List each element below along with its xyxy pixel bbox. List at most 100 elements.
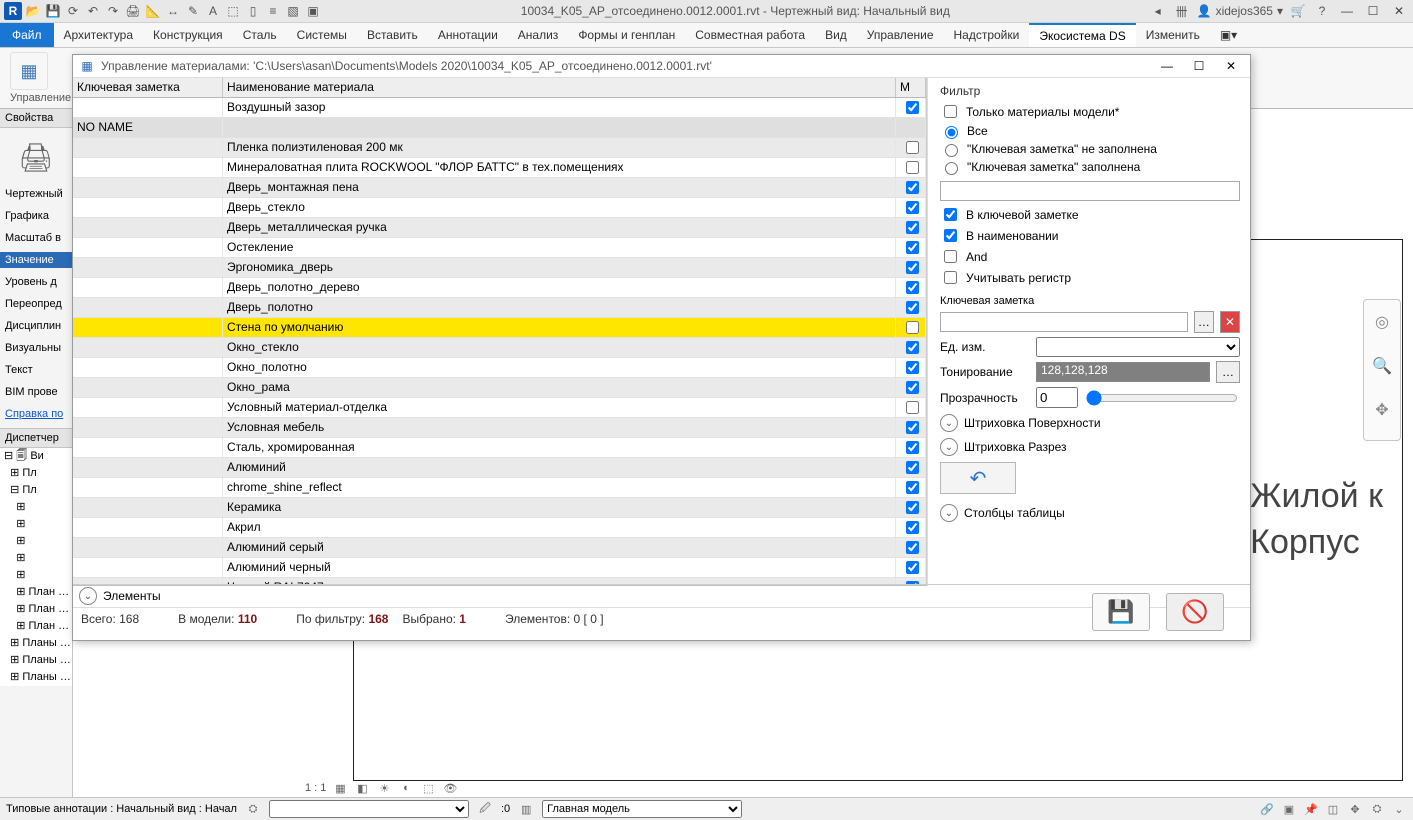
model-checkbox[interactable] [906, 421, 919, 434]
col-keynote[interactable]: Ключевая заметка [73, 78, 223, 97]
dialog-titlebar[interactable]: ▦ Управление материалами: 'C:\Users\asan… [73, 55, 1250, 78]
thin-lines-icon[interactable]: ≡ [264, 2, 282, 20]
materials-table[interactable]: Воздушный зазорNO NAMEПленка полиэтилено… [73, 98, 926, 586]
scale-display[interactable]: 1 : 1 [305, 782, 326, 794]
expand-cut-hatch[interactable]: ⌄Штриховка Разрез [940, 438, 1240, 456]
chk-in-keynote[interactable]: В ключевой заметке [940, 205, 1240, 224]
model-checkbox[interactable] [906, 141, 919, 154]
worksets-icon[interactable]: ⛭ [245, 801, 261, 817]
measure-icon[interactable]: 📐 [144, 2, 162, 20]
tab-massing[interactable]: Формы и генплан [568, 23, 685, 47]
table-row[interactable]: Алюминий серый [73, 538, 926, 558]
radio-all[interactable]: Все [940, 123, 1240, 139]
open-icon[interactable]: 📂 [24, 2, 42, 20]
chk-and[interactable]: And [940, 247, 1240, 266]
drag-icon[interactable]: ✥ [1347, 801, 1363, 817]
model-checkbox[interactable] [906, 221, 919, 234]
model-checkbox[interactable] [906, 261, 919, 274]
model-checkbox[interactable] [906, 441, 919, 454]
apps-icon[interactable]: 🛒 [1289, 2, 1307, 20]
table-row[interactable]: Окно_стекло [73, 338, 926, 358]
table-row[interactable]: Алюминий [73, 458, 926, 478]
crop-icon[interactable]: ⬚ [420, 780, 436, 796]
transp-input[interactable] [1036, 387, 1078, 408]
keynote-input[interactable] [940, 312, 1188, 332]
type-selector[interactable]: Чертежный [0, 186, 72, 202]
chk-case[interactable]: Учитывать регистр [940, 268, 1240, 287]
table-row[interactable]: Условная мебель [73, 418, 926, 438]
table-row[interactable]: Керамика [73, 498, 926, 518]
model-checkbox[interactable] [906, 101, 919, 114]
radio-has-keynote[interactable]: "Ключевая заметка" заполнена [940, 159, 1240, 175]
dimension-icon[interactable]: ↔ [164, 2, 182, 20]
tab-extra[interactable]: ▣▾ [1210, 23, 1247, 47]
table-row[interactable]: Условный материал-отделка [73, 398, 926, 418]
table-row[interactable]: Дверь_полотно [73, 298, 926, 318]
properties-help-link[interactable]: Справка по [0, 406, 72, 422]
tag-icon[interactable]: ✎ [184, 2, 202, 20]
section-icon[interactable]: ▯ [244, 2, 262, 20]
tab-collaborate[interactable]: Совместная работа [685, 23, 815, 47]
chk-in-name[interactable]: В наименовании [940, 226, 1240, 245]
shadows-icon[interactable]: ◐ [398, 780, 414, 796]
model-checkbox[interactable] [906, 321, 919, 334]
keynote-browse-button[interactable]: … [1194, 311, 1214, 333]
table-row[interactable]: Стена по умолчанию [73, 318, 926, 338]
select-links-icon[interactable]: 🔗 [1259, 801, 1275, 817]
dialog-close-button[interactable]: ✕ [1218, 56, 1244, 76]
help-icon[interactable]: ? [1313, 2, 1331, 20]
select-pinned-icon[interactable]: 📌 [1303, 801, 1319, 817]
table-row[interactable]: Окно_рама [73, 378, 926, 398]
nav-pan-icon[interactable]: ✥ [1364, 388, 1400, 432]
print-icon[interactable]: 🖨 [124, 2, 142, 20]
editable-only-icon[interactable]: 🖉 [477, 801, 493, 817]
tab-insert[interactable]: Вставить [357, 23, 428, 47]
table-row[interactable]: Воздушный зазор [73, 98, 926, 118]
col-model[interactable]: М [896, 78, 926, 97]
expand-surface-hatch[interactable]: ⌄Штриховка Поверхности [940, 414, 1240, 432]
undo-icon[interactable]: ↶ [84, 2, 102, 20]
model-checkbox[interactable] [906, 241, 919, 254]
tab-view[interactable]: Вид [815, 23, 857, 47]
expand-columns[interactable]: ⌄Столбцы таблицы [940, 504, 1240, 522]
table-row[interactable]: Пленка полиэтиленовая 200 мк [73, 138, 926, 158]
model-checkbox[interactable] [906, 521, 919, 534]
close-views-icon[interactable]: ▧ [284, 2, 302, 20]
save-icon[interactable]: 💾 [44, 2, 62, 20]
filter-text-input[interactable] [940, 181, 1240, 201]
tint-swatch[interactable]: 128,128,128 [1036, 362, 1210, 382]
table-row[interactable]: Алюминий черный [73, 558, 926, 578]
tab-steel[interactable]: Сталь [233, 23, 287, 47]
model-checkbox[interactable] [906, 281, 919, 294]
sun-path-icon[interactable]: ☀ [376, 780, 392, 796]
keynote-clear-button[interactable]: ✕ [1220, 311, 1240, 333]
workset-select[interactable] [269, 800, 469, 818]
detail-level-icon[interactable]: ▦ [332, 780, 348, 796]
transp-slider[interactable] [1086, 390, 1238, 406]
unit-select[interactable] [1036, 337, 1240, 357]
tab-manage[interactable]: Управление [857, 23, 944, 47]
tab-modify[interactable]: Изменить [1136, 23, 1210, 47]
chk-only-model[interactable]: Только материалы модели* [940, 102, 1240, 121]
table-row[interactable]: Минераловатная плита ROCKWOOL "ФЛОР БАТТ… [73, 158, 926, 178]
table-row[interactable]: Дверь_монтажная пена [73, 178, 926, 198]
table-row[interactable]: Остекление [73, 238, 926, 258]
visual-style-icon[interactable]: ◧ [354, 780, 370, 796]
minimize-button[interactable]: — [1337, 3, 1357, 19]
tab-ecosystem-ds[interactable]: Экосистема DS [1029, 23, 1135, 47]
radio-no-keynote[interactable]: "Ключевая заметка" не заполнена [940, 141, 1240, 157]
project-browser-tree[interactable]: ⊟ 🗐 Ви ⊞ Пл ⊟ Пл ⊞ ⊞ ⊞ ⊞ ⊞ ⊞ План на отм… [0, 448, 72, 686]
filter-icon[interactable]: ⌄ [1391, 801, 1407, 817]
background-icon[interactable]: ⛭ [1369, 801, 1385, 817]
sync-icon[interactable]: ⟳ [64, 2, 82, 20]
design-option-select[interactable]: Главная модель [542, 800, 742, 818]
model-checkbox[interactable] [906, 501, 919, 514]
dialog-minimize-button[interactable]: — [1154, 56, 1180, 76]
dialog-cancel-button[interactable]: 🚫 [1166, 593, 1224, 631]
text-icon[interactable]: A [204, 2, 222, 20]
view3d-icon[interactable]: ⬚ [224, 2, 242, 20]
table-row[interactable]: Окно_полотно [73, 358, 926, 378]
model-checkbox[interactable] [906, 401, 919, 414]
tint-browse-button[interactable]: … [1216, 361, 1240, 383]
elements-section[interactable]: ⌄ Элементы [73, 585, 1250, 608]
